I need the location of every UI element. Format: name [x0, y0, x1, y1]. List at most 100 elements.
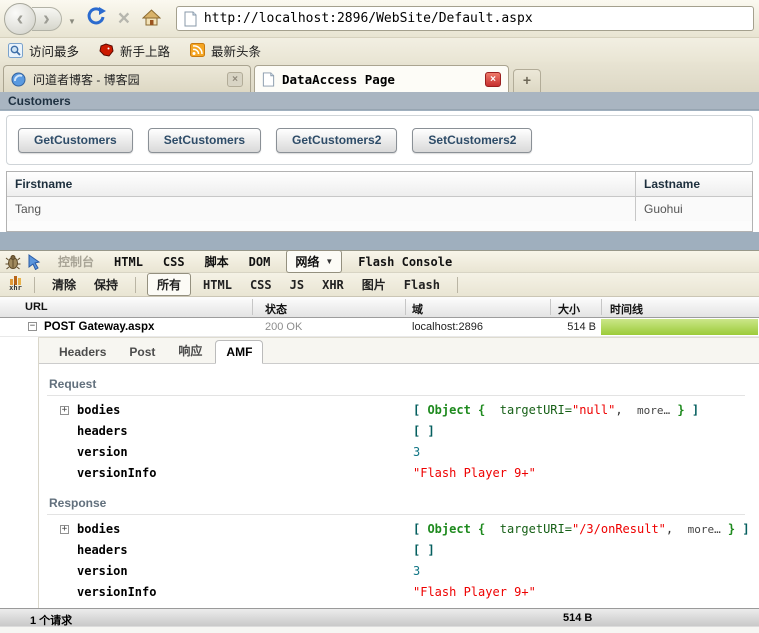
- request-detail-panel: Headers Post 响应 AMF Request + bodies [ O…: [38, 337, 759, 608]
- col-url[interactable]: URL: [25, 301, 48, 313]
- bookmark-getting-started[interactable]: 新手上路: [99, 41, 170, 60]
- amf-value: 3: [413, 564, 420, 578]
- bookmark-latest-headlines[interactable]: 最新头条: [190, 41, 261, 60]
- amf-key: headers: [77, 424, 128, 438]
- getcustomers-button[interactable]: GetCustomers: [18, 128, 133, 153]
- amf-value[interactable]: [ Object { targetURI="null", more… } ]: [413, 403, 699, 417]
- bookmark-most-visited[interactable]: 访问最多: [8, 41, 79, 60]
- persist-button[interactable]: 保持: [85, 276, 127, 293]
- column-separator[interactable]: [405, 299, 406, 315]
- amf-row-headers: headers [ ]: [47, 539, 745, 560]
- detail-tab-post[interactable]: Post: [119, 341, 165, 363]
- magnifier-icon: [8, 43, 23, 58]
- col-status[interactable]: 状态: [265, 301, 287, 317]
- forward-button[interactable]: ›: [32, 7, 62, 31]
- col-header-lastname: Lastname: [635, 172, 752, 196]
- amf-value: "Flash Player 9+": [413, 466, 536, 480]
- column-separator[interactable]: [601, 299, 602, 315]
- amf-row-versioninfo: versionInfo "Flash Player 9+": [47, 581, 745, 602]
- firebug-status-bar: 1 个请求 514 B: [0, 608, 759, 626]
- amf-key: versionInfo: [77, 585, 156, 599]
- amf-request-section: Request + bodies [ Object { targetURI="n…: [47, 377, 745, 483]
- red-mascot-icon: [99, 43, 114, 57]
- firebug-tab-css[interactable]: CSS: [153, 255, 195, 269]
- rss-icon: [190, 43, 205, 57]
- amf-key: versionInfo: [77, 466, 156, 480]
- tab-bar: 问道者博客 - 博客园 × DataAccess Page × +: [0, 62, 759, 92]
- firebug-tab-flash-console[interactable]: Flash Console: [348, 255, 462, 269]
- net-tab-label: 网络: [295, 253, 319, 270]
- request-detail-area: Headers Post 响应 AMF Request + bodies [ O…: [0, 337, 759, 608]
- column-separator[interactable]: [550, 299, 551, 315]
- amf-value: "Flash Player 9+": [413, 585, 536, 599]
- home-icon: [142, 9, 161, 26]
- setcustomers2-button[interactable]: SetCustomers2: [412, 128, 532, 153]
- stop-button[interactable]: ×: [110, 6, 138, 32]
- table-row: Tang Guohui: [7, 197, 752, 221]
- amf-row-bodies: + bodies [ Object { targetURI="null", mo…: [47, 399, 745, 420]
- col-timeline[interactable]: 时间线: [610, 301, 643, 317]
- bookmark-label: 新手上路: [120, 41, 170, 60]
- detail-tab-amf-active[interactable]: AMF: [215, 340, 263, 364]
- firebug-toolbar: 控制台 HTML CSS 脚本 DOM 网络 ▼ Flash Console: [0, 250, 759, 273]
- customers-table: Firstname Lastname Tang Guohui: [6, 171, 753, 232]
- bookmark-label: 最新头条: [211, 41, 261, 60]
- firebug-tab-net-active[interactable]: 网络 ▼: [286, 250, 342, 273]
- amf-row-version: version 3: [47, 441, 745, 462]
- column-separator[interactable]: [252, 299, 253, 315]
- refresh-icon: [86, 7, 106, 27]
- expand-icon[interactable]: +: [60, 406, 69, 415]
- detail-tab-response[interactable]: 响应: [168, 338, 212, 363]
- xhr-icon-label: xhr: [9, 285, 22, 292]
- filter-js[interactable]: JS: [281, 278, 313, 292]
- new-tab-button[interactable]: +: [513, 69, 541, 92]
- getcustomers2-button[interactable]: GetCustomers2: [276, 128, 397, 153]
- amf-value: [ ]: [413, 543, 435, 557]
- xhr-chart-icon[interactable]: xhr: [7, 276, 24, 293]
- detail-tab-headers[interactable]: Headers: [49, 341, 116, 363]
- tab-close-icon[interactable]: ×: [227, 72, 243, 87]
- refresh-button[interactable]: [82, 7, 110, 30]
- timeline-bar[interactable]: [601, 319, 758, 335]
- expand-icon[interactable]: +: [60, 525, 69, 534]
- section-header: Customers: [0, 92, 759, 110]
- inspect-element-icon[interactable]: [27, 254, 42, 270]
- amf-value[interactable]: [ Object { targetURI="/3/onResult", more…: [413, 522, 750, 536]
- amf-value: 3: [413, 445, 420, 459]
- col-domain[interactable]: 域: [412, 301, 423, 317]
- firebug-tab-html[interactable]: HTML: [104, 255, 153, 269]
- filter-images[interactable]: 图片: [353, 276, 395, 293]
- firebug-bug-icon[interactable]: [5, 254, 21, 270]
- firebug-tab-dom[interactable]: DOM: [239, 255, 281, 269]
- bottom-strip: [0, 626, 759, 633]
- setcustomers-button[interactable]: SetCustomers: [148, 128, 261, 153]
- tab-blog[interactable]: 问道者博客 - 博客园 ×: [3, 65, 251, 92]
- tab-close-icon-active[interactable]: ×: [485, 72, 501, 87]
- request-domain: localhost:2896: [412, 321, 483, 333]
- collapse-icon[interactable]: −: [28, 322, 37, 331]
- request-url[interactable]: POST Gateway.aspx: [44, 321, 154, 333]
- tab-dataaccess[interactable]: DataAccess Page ×: [254, 65, 509, 92]
- clear-button[interactable]: 清除: [43, 276, 85, 293]
- url-text: http://localhost:2896/WebSite/Default.as…: [204, 11, 533, 26]
- chevron-down-icon: ▼: [325, 257, 333, 266]
- url-bar[interactable]: http://localhost:2896/WebSite/Default.as…: [176, 6, 754, 31]
- page-favicon: [262, 72, 275, 87]
- col-size[interactable]: 大小: [558, 301, 580, 317]
- page-content: Customers GetCustomers SetCustomers GetC…: [0, 92, 759, 250]
- home-button[interactable]: [138, 9, 166, 29]
- back-button[interactable]: ‹: [4, 3, 36, 35]
- firebug-tab-console[interactable]: 控制台: [48, 253, 104, 270]
- filter-xhr[interactable]: XHR: [313, 278, 353, 292]
- amf-key: headers: [77, 543, 128, 557]
- filter-all-active[interactable]: 所有: [147, 273, 191, 296]
- firebug-tab-script[interactable]: 脚本: [195, 253, 239, 270]
- page-icon: [184, 11, 197, 27]
- filter-flash[interactable]: Flash: [395, 278, 449, 292]
- filter-css[interactable]: CSS: [241, 278, 281, 292]
- request-status: 200 OK: [265, 321, 302, 333]
- history-dropdown-button[interactable]: ▼: [68, 17, 76, 26]
- filter-html[interactable]: HTML: [194, 278, 241, 292]
- divider: [135, 277, 136, 293]
- net-request-row[interactable]: − POST Gateway.aspx 200 OK localhost:289…: [0, 318, 759, 337]
